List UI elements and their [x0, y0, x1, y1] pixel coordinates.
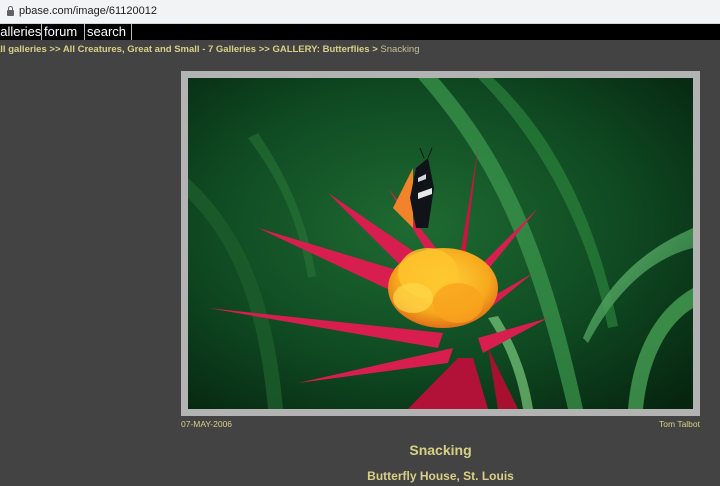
photo-date: 07-MAY-2006: [181, 419, 233, 429]
breadcrumb-category-link[interactable]: All Creatures, Great and Small - 7 Galle…: [63, 44, 256, 55]
main-photo[interactable]: [188, 78, 693, 409]
breadcrumb: all galleries >> All Creatures, Great an…: [0, 44, 420, 55]
breadcrumb-separator: >>: [49, 44, 61, 55]
nav-forum-link[interactable]: forum: [42, 24, 85, 40]
breadcrumb-separator: >: [372, 44, 378, 55]
nav-galleries-link[interactable]: galleries: [0, 24, 42, 40]
site-nav-bar: galleries forum search: [0, 24, 720, 40]
breadcrumb-root-link[interactable]: all galleries: [0, 44, 47, 55]
browser-address-bar[interactable]: pbase.com/image/61120012: [0, 0, 720, 24]
photo-frame: [181, 71, 700, 416]
photo-title: Snacking: [409, 442, 472, 458]
photo-caption: Butterfly House, St. Louis: [367, 469, 514, 483]
breadcrumb-current: Snacking: [380, 44, 420, 55]
lock-icon: [7, 6, 14, 16]
url-text[interactable]: pbase.com/image/61120012: [19, 5, 157, 17]
breadcrumb-separator: >>: [258, 44, 270, 55]
breadcrumb-gallery-link[interactable]: GALLERY: Butterflies: [272, 44, 369, 55]
nav-search-link[interactable]: search: [85, 24, 132, 40]
photo-author[interactable]: Tom Talbot: [659, 419, 700, 429]
photo-image: [188, 78, 693, 409]
